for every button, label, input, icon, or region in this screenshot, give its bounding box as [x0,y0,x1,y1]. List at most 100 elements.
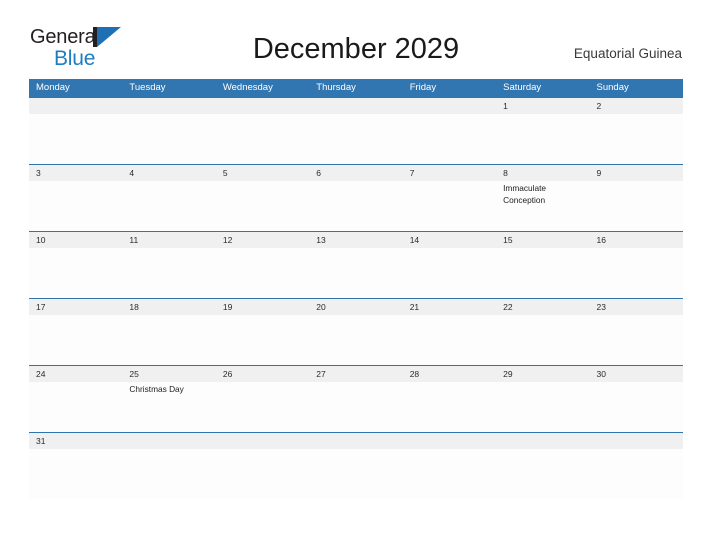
day-number[interactable] [403,98,496,114]
day-event[interactable] [29,248,122,298]
day-number[interactable]: 15 [496,232,589,248]
day-event[interactable] [29,315,122,365]
day-number[interactable]: 11 [122,232,215,248]
week-date-band: 31 [29,433,683,449]
day-event[interactable] [29,114,122,164]
day-number[interactable]: 7 [403,165,496,181]
day-event-immaculate-conception[interactable]: Immaculate Conception [496,181,589,231]
week-row: 31 [29,432,683,499]
day-number[interactable] [29,98,122,114]
day-number[interactable] [403,433,496,449]
day-number[interactable] [216,433,309,449]
day-event[interactable] [403,114,496,164]
day-event[interactable] [309,315,402,365]
day-event[interactable] [403,449,496,499]
day-event[interactable] [496,248,589,298]
day-number[interactable]: 3 [29,165,122,181]
day-event[interactable] [29,449,122,499]
week-row: 17 18 19 20 21 22 23 [29,298,683,365]
day-event[interactable] [590,181,683,231]
week-event-band [29,315,683,365]
day-number[interactable]: 25 [122,366,215,382]
day-number[interactable] [309,433,402,449]
weekday-header-saturday: Saturday [503,82,542,93]
day-event-christmas-day[interactable]: Christmas Day [122,382,215,432]
weekday-header-sunday: Sunday [596,82,629,93]
day-event[interactable] [309,449,402,499]
day-number[interactable]: 23 [590,299,683,315]
weekday-header-thursday: Thursday [316,82,356,93]
day-number[interactable]: 5 [216,165,309,181]
week-date-band: 17 18 19 20 21 22 23 [29,299,683,315]
day-number[interactable]: 22 [496,299,589,315]
day-number[interactable]: 24 [29,366,122,382]
weekday-header-monday: Monday [36,82,70,93]
day-number[interactable]: 28 [403,366,496,382]
day-number[interactable]: 31 [29,433,122,449]
day-event[interactable] [122,315,215,365]
day-event[interactable] [590,114,683,164]
day-number[interactable]: 17 [29,299,122,315]
week-event-band: Immaculate Conception [29,181,683,231]
day-number[interactable]: 4 [122,165,215,181]
day-number[interactable]: 1 [496,98,589,114]
day-number[interactable]: 10 [29,232,122,248]
day-event[interactable] [590,315,683,365]
day-number[interactable] [122,98,215,114]
day-event[interactable] [122,449,215,499]
day-event[interactable] [216,248,309,298]
day-event[interactable] [496,449,589,499]
day-event[interactable] [216,315,309,365]
day-event[interactable] [496,114,589,164]
day-event[interactable] [590,449,683,499]
day-event[interactable] [590,382,683,432]
day-number[interactable]: 21 [403,299,496,315]
day-event[interactable] [496,382,589,432]
day-number[interactable]: 14 [403,232,496,248]
day-event[interactable] [403,315,496,365]
day-number[interactable]: 27 [309,366,402,382]
day-number[interactable]: 29 [496,366,589,382]
day-event[interactable] [403,181,496,231]
day-event[interactable] [122,248,215,298]
day-number[interactable] [309,98,402,114]
day-number[interactable]: 12 [216,232,309,248]
day-number[interactable]: 16 [590,232,683,248]
week-date-band: 10 11 12 13 14 15 16 [29,232,683,248]
weekday-header-friday: Friday [409,82,437,93]
day-number[interactable] [590,433,683,449]
day-number[interactable]: 13 [309,232,402,248]
day-event[interactable] [496,315,589,365]
day-event[interactable] [122,114,215,164]
page-header: General Blue December 2029 Equatorial Gu… [0,0,712,69]
day-number[interactable]: 20 [309,299,402,315]
day-event[interactable] [590,248,683,298]
day-event[interactable] [216,181,309,231]
calendar-table: Monday Tuesday Wednesday Thursday Friday… [29,79,683,499]
day-number[interactable] [496,433,589,449]
day-event[interactable] [309,382,402,432]
week-row: 10 11 12 13 14 15 16 [29,231,683,298]
day-event[interactable] [309,181,402,231]
day-number[interactable]: 6 [309,165,402,181]
day-number[interactable]: 26 [216,366,309,382]
day-event[interactable] [29,382,122,432]
day-event[interactable] [29,181,122,231]
week-row: 1 2 [29,97,683,164]
day-event[interactable] [216,449,309,499]
day-event[interactable] [403,382,496,432]
day-number[interactable]: 2 [590,98,683,114]
day-event[interactable] [309,114,402,164]
day-number[interactable]: 18 [122,299,215,315]
day-number[interactable]: 9 [590,165,683,181]
day-number[interactable]: 19 [216,299,309,315]
day-event[interactable] [122,181,215,231]
day-number[interactable]: 30 [590,366,683,382]
day-event[interactable] [216,382,309,432]
day-event[interactable] [216,114,309,164]
day-number[interactable]: 8 [496,165,589,181]
day-number[interactable] [122,433,215,449]
day-event[interactable] [403,248,496,298]
day-number[interactable] [216,98,309,114]
day-event[interactable] [309,248,402,298]
